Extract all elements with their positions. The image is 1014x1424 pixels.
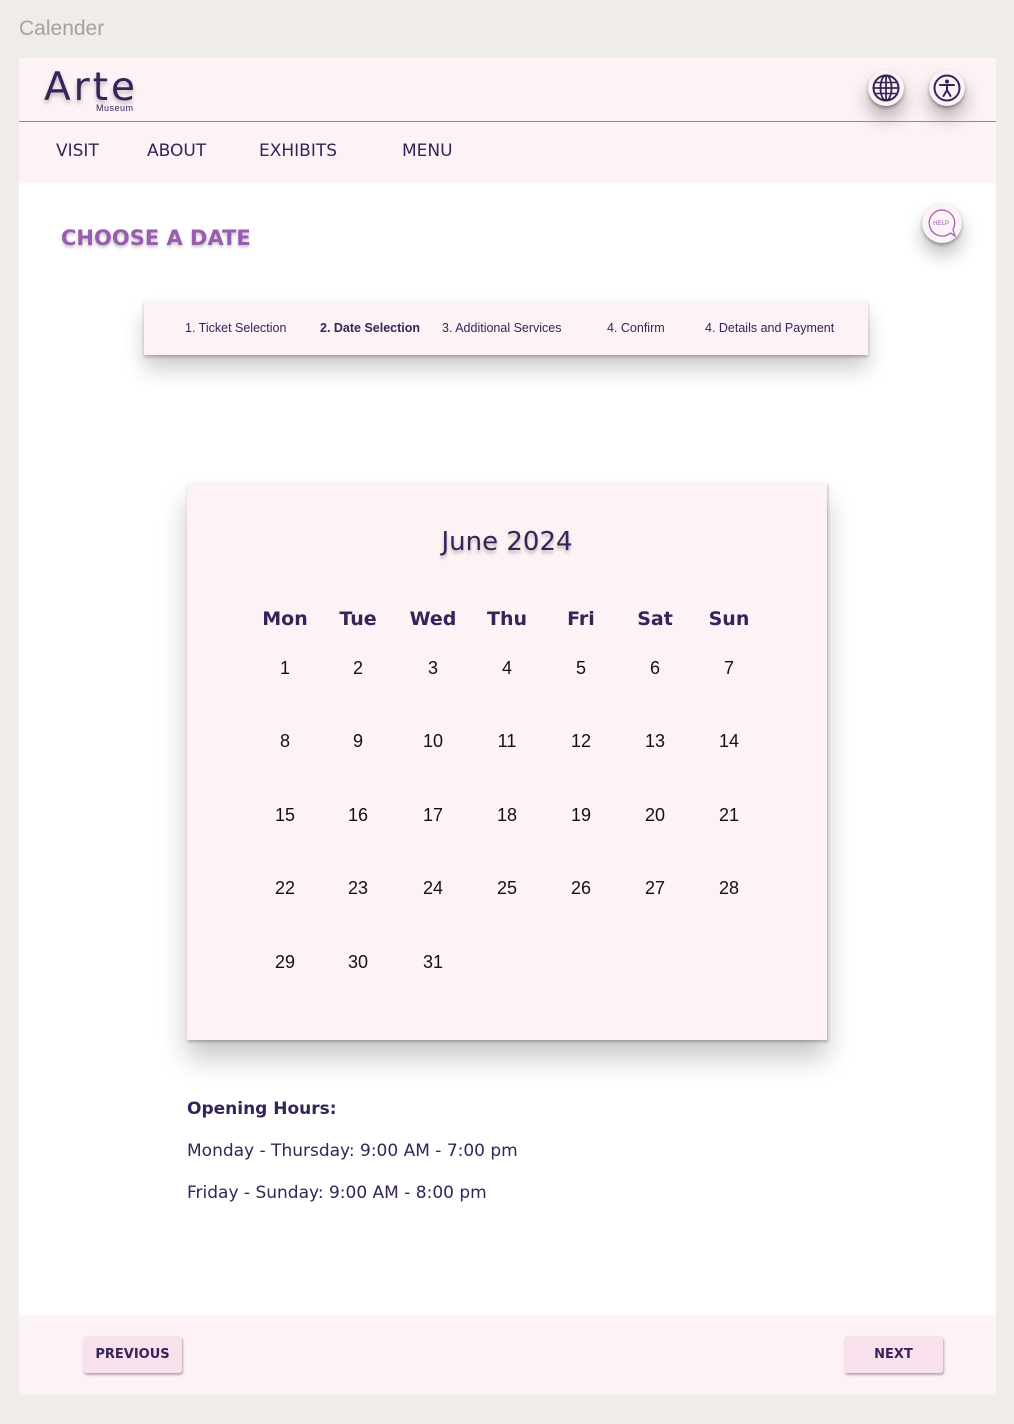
calendar-day[interactable]: 25 (487, 874, 527, 902)
site-header: Arte Museum VISIT ABOUT EXHIBITS MENU (19, 58, 996, 183)
calendar-day[interactable]: 22 (265, 874, 305, 902)
calendar-day[interactable]: 23 (338, 874, 378, 902)
opening-hours: Opening Hours: Monday - Thursday: 9:00 A… (187, 1099, 518, 1203)
calendar-day[interactable]: 8 (265, 727, 305, 755)
calendar-day[interactable]: 30 (338, 948, 378, 976)
weekday-header: Fri (567, 608, 595, 630)
hours-weekdays: Monday - Thursday: 9:00 AM - 7:00 pm (187, 1141, 518, 1161)
header-divider (19, 121, 996, 122)
opening-hours-title: Opening Hours: (187, 1099, 337, 1119)
calendar-day[interactable]: 9 (338, 727, 378, 755)
footer-bar: PREVIOUS NEXT (19, 1315, 996, 1395)
calendar-day[interactable]: 12 (561, 727, 601, 755)
calendar-day[interactable]: 2 (338, 654, 378, 682)
weekday-header: Wed (409, 608, 457, 630)
calendar-day[interactable]: 28 (709, 874, 749, 902)
step-date-selection[interactable]: 2. Date Selection (320, 321, 420, 335)
step-additional-services[interactable]: 3. Additional Services (442, 321, 562, 335)
calendar-day[interactable]: 6 (635, 654, 675, 682)
hours-weekend: Friday - Sunday: 9:00 AM - 8:00 pm (187, 1183, 487, 1203)
calendar-day[interactable]: 5 (561, 654, 601, 682)
booking-stepper: 1. Ticket Selection 2. Date Selection 3.… (144, 301, 868, 355)
calendar: June 2024 Mon Tue Wed Thu Fri Sat Sun 1 2 3 4 5 6 7 8 9… (187, 483, 827, 1040)
nav-about[interactable]: ABOUT (147, 141, 206, 161)
help-button[interactable]: HELP (922, 203, 962, 243)
nav-visit[interactable]: VISIT (56, 141, 99, 161)
calendar-day[interactable]: 17 (413, 801, 453, 829)
globe-icon (872, 74, 900, 102)
previous-button[interactable]: PREVIOUS (83, 1336, 182, 1373)
weekday-header: Tue (339, 608, 377, 630)
calendar-day[interactable]: 29 (265, 948, 305, 976)
logo-subtitle: Museum (96, 103, 134, 113)
calendar-day[interactable]: 21 (709, 801, 749, 829)
help-chat-icon: HELP (928, 209, 957, 238)
calendar-day[interactable]: 3 (413, 654, 453, 682)
calendar-day[interactable]: 15 (265, 801, 305, 829)
calendar-day[interactable]: 24 (413, 874, 453, 902)
page-title: CHOOSE A DATE (61, 226, 251, 250)
calendar-day[interactable]: 20 (635, 801, 675, 829)
calendar-day[interactable]: 11 (487, 727, 527, 755)
app-frame: Arte Museum VISIT ABOUT EXHIBITS MENU HE… (19, 58, 996, 1395)
help-label: HELP (933, 221, 949, 227)
weekday-header: Sat (637, 608, 673, 630)
accessibility-button[interactable] (929, 70, 965, 106)
calendar-day[interactable]: 16 (338, 801, 378, 829)
calendar-day[interactable]: 14 (709, 727, 749, 755)
step-details-payment[interactable]: 4. Details and Payment (705, 321, 834, 335)
logo[interactable]: Arte Museum (44, 66, 138, 114)
calendar-month: June 2024 (441, 527, 573, 557)
calendar-day[interactable]: 18 (487, 801, 527, 829)
language-button[interactable] (868, 70, 904, 106)
step-ticket-selection[interactable]: 1. Ticket Selection (185, 321, 286, 335)
weekday-header: Sun (708, 608, 750, 630)
calendar-day[interactable]: 4 (487, 654, 527, 682)
calendar-day[interactable]: 31 (413, 948, 453, 976)
calendar-day[interactable]: 1 (265, 654, 305, 682)
nav-exhibits[interactable]: EXHIBITS (259, 141, 337, 161)
calendar-day[interactable]: 26 (561, 874, 601, 902)
canvas-title: Calender (19, 17, 105, 40)
calendar-day[interactable]: 13 (635, 727, 675, 755)
weekday-header: Mon (262, 608, 308, 630)
next-button[interactable]: NEXT (844, 1336, 943, 1373)
weekday-header: Thu (486, 608, 527, 630)
calendar-day[interactable]: 19 (561, 801, 601, 829)
step-confirm[interactable]: 4. Confirm (607, 321, 665, 335)
calendar-day[interactable]: 10 (413, 727, 453, 755)
accessibility-icon (933, 74, 961, 102)
calendar-day[interactable]: 7 (709, 654, 749, 682)
calendar-day[interactable]: 27 (635, 874, 675, 902)
nav-menu[interactable]: MENU (402, 141, 453, 161)
